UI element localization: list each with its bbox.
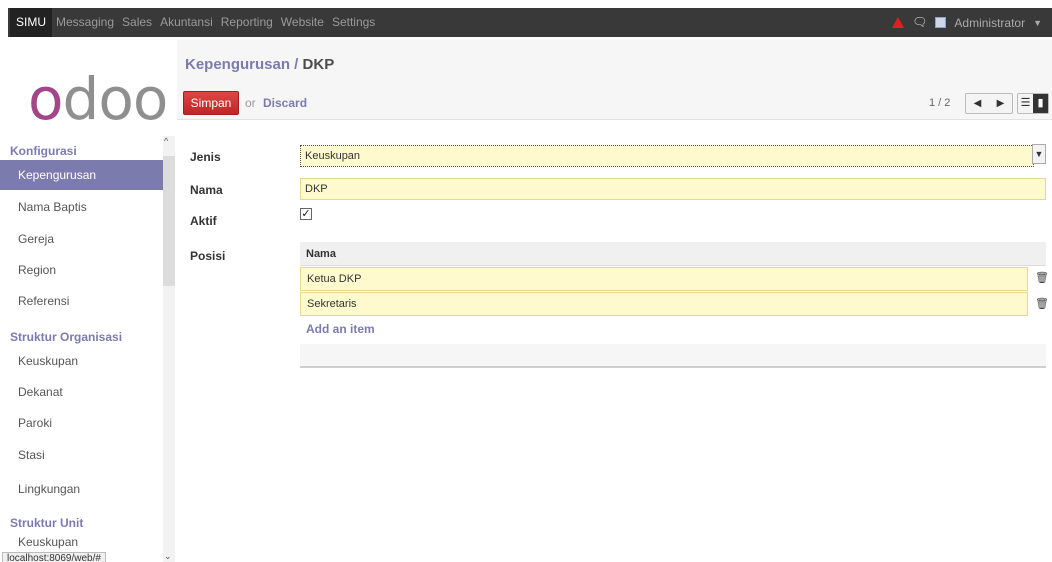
arrow-right-icon[interactable]: ▶ xyxy=(989,94,1012,113)
aktif-label: Aktif xyxy=(190,214,217,228)
top-bar: SIMU Messaging Sales Akuntansi Reporting… xyxy=(0,0,1052,40)
sidebar-section-struktur-unit: Struktur Unit xyxy=(10,516,84,530)
or-text: or xyxy=(245,96,256,110)
save-button[interactable]: Simpan xyxy=(183,91,239,115)
sidebar-section-struktur-organisasi: Struktur Organisasi xyxy=(10,330,123,344)
posisi-label: Posisi xyxy=(190,249,226,263)
sidebar-scrollbar[interactable]: ^ ⌄ xyxy=(163,136,175,562)
chevron-up-icon[interactable]: ^ xyxy=(164,136,168,146)
form-view-icon[interactable]: ▮ xyxy=(1033,94,1048,113)
discard-button[interactable]: Discard xyxy=(263,96,307,110)
sidebar-section-konfigurasi: Konfigurasi xyxy=(10,144,77,158)
table-footer xyxy=(300,344,1046,368)
odoo-logo[interactable]: odoo xyxy=(28,70,168,128)
sidebar-item-referensi[interactable]: Referensi xyxy=(0,286,163,316)
sidebar-item-paroki[interactable]: Paroki xyxy=(0,408,163,438)
chevron-down-icon[interactable]: ▼ xyxy=(1033,18,1042,28)
chevron-down-icon[interactable]: ⌄ xyxy=(164,551,172,562)
sidebar-item-nama-baptis[interactable]: Nama Baptis xyxy=(0,192,163,222)
add-item-link[interactable]: Add an item xyxy=(306,322,375,336)
chat-icon[interactable]: 🗨 xyxy=(912,8,927,37)
arrow-left-icon[interactable]: ◀ xyxy=(966,94,989,113)
user-area: 🗨 Administrator ▼ xyxy=(892,8,1052,37)
nama-field[interactable]: DKP xyxy=(300,178,1046,200)
pager-value: 1 / 2 xyxy=(929,97,951,109)
jenis-label: Jenis xyxy=(190,150,221,164)
breadcrumb-current: DKP xyxy=(302,56,335,73)
menu-website[interactable]: Website xyxy=(277,8,328,37)
nama-label: Nama xyxy=(190,183,223,197)
sidebar-item-gereja[interactable]: Gereja xyxy=(0,224,163,254)
jenis-select[interactable]: Keuskupan xyxy=(300,145,1034,167)
menu-reporting[interactable]: Reporting xyxy=(217,8,277,37)
sidebar-item-unit-keuskupan[interactable]: Keuskupan xyxy=(0,532,163,552)
status-url: localhost:8069/web/# xyxy=(2,552,106,562)
form-sheet: Jenis Keuskupan Nama DKP Aktif ✓ Posisi … xyxy=(177,121,1052,562)
menu-simu[interactable]: SIMU xyxy=(10,8,52,37)
list-view-icon[interactable]: ☰ xyxy=(1018,94,1033,113)
menu-messaging[interactable]: Messaging xyxy=(52,8,118,37)
menu-settings[interactable]: Settings xyxy=(328,8,379,37)
sidebar: odoo Konfigurasi Kepengurusan Nama Bapti… xyxy=(0,40,177,562)
alert-icon[interactable] xyxy=(892,17,905,28)
avatar xyxy=(935,17,947,28)
scrollbar-thumb[interactable] xyxy=(163,156,175,286)
main-menu: SIMU Messaging Sales Akuntansi Reporting… xyxy=(8,8,379,37)
control-panel: Kepengurusan / DKP Simpan or Discard 1 /… xyxy=(177,40,1052,120)
chevron-down-icon[interactable]: ▼ xyxy=(1032,144,1046,164)
posisi-table: Nama Ketua DKP Sekretaris 🗑 🗑 Add an ite… xyxy=(300,242,1049,368)
sidebar-item-keuskupan[interactable]: Keuskupan xyxy=(0,346,163,376)
table-row[interactable]: Sekretaris xyxy=(300,292,1028,316)
sidebar-item-kepengurusan[interactable]: Kepengurusan xyxy=(0,160,163,190)
table-header-nama[interactable]: Nama xyxy=(300,242,1046,266)
pager-buttons: ◀ ▶ xyxy=(965,93,1013,114)
top-menu-bar: SIMU Messaging Sales Akuntansi Reporting… xyxy=(8,8,1052,37)
sidebar-item-region[interactable]: Region xyxy=(0,255,163,285)
sidebar-item-lingkungan[interactable]: Lingkungan xyxy=(0,474,163,504)
trash-icon[interactable]: 🗑 xyxy=(1035,271,1049,284)
sidebar-item-dekanat[interactable]: Dekanat xyxy=(0,377,163,407)
menu-sales[interactable]: Sales xyxy=(118,8,156,37)
user-menu[interactable]: Administrator xyxy=(954,16,1025,30)
breadcrumb-parent[interactable]: Kepengurusan xyxy=(185,56,290,73)
menu-akuntansi[interactable]: Akuntansi xyxy=(156,8,217,37)
trash-icon[interactable]: 🗑 xyxy=(1035,297,1049,310)
breadcrumb-separator: / xyxy=(290,56,303,73)
sidebar-item-stasi[interactable]: Stasi xyxy=(0,440,163,470)
view-switcher: ☰ ▮ xyxy=(1017,93,1049,114)
table-row[interactable]: Ketua DKP xyxy=(300,267,1028,291)
aktif-checkbox[interactable]: ✓ xyxy=(300,208,312,220)
breadcrumb: Kepengurusan / DKP xyxy=(185,56,334,73)
